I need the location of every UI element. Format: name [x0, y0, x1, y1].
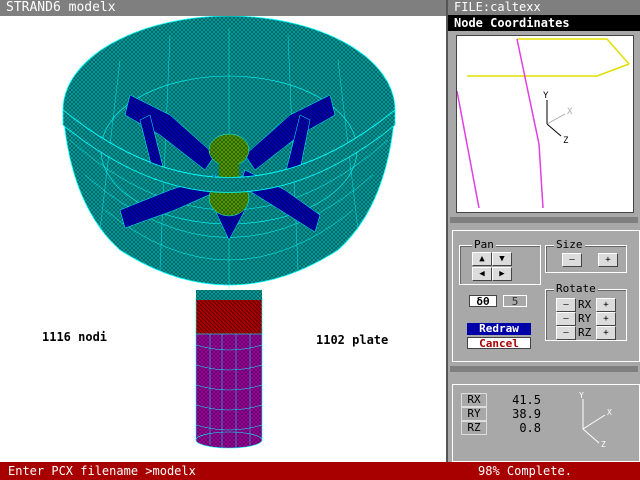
- readout-rz-key: RZ: [461, 421, 487, 435]
- model-viewport[interactable]: 1116 nodi 1102 plate: [0, 15, 446, 462]
- rotate-group: Rotate – RX + – RY + – RZ +: [545, 282, 627, 341]
- pan-left-button[interactable]: ◀: [472, 267, 492, 281]
- cancel-button[interactable]: Cancel: [467, 337, 531, 350]
- readout-ry-key: RY: [461, 407, 487, 421]
- readout-rx-key: RX: [461, 393, 487, 407]
- node-count-label: 1116 nodi: [42, 330, 108, 344]
- pan-up-button[interactable]: ▲: [472, 252, 492, 266]
- gizmo-z-label: Z: [601, 440, 606, 449]
- gizmo-x-label: X: [607, 408, 612, 417]
- rotate-z-minus-button[interactable]: –: [556, 326, 576, 340]
- mini-z-axis-label: Z: [563, 136, 569, 146]
- rotate-y-plus-button[interactable]: +: [596, 312, 616, 326]
- model-render: [62, 15, 396, 449]
- progress-text: 98% Complete.: [478, 464, 572, 478]
- redraw-button[interactable]: Redraw: [467, 323, 531, 335]
- size-group: Size – +: [545, 238, 627, 273]
- rotate-y-minus-button[interactable]: –: [556, 312, 576, 326]
- separator: [450, 217, 638, 223]
- orientation-cube: Y X Z: [456, 38, 630, 209]
- zoom-in-button[interactable]: +: [598, 253, 618, 267]
- pan-right-button[interactable]: ▶: [492, 267, 512, 281]
- rotate-z-plus-button[interactable]: +: [596, 326, 616, 340]
- rotate-x-label: RX: [578, 298, 592, 311]
- pan-down-button[interactable]: ▼: [492, 252, 512, 266]
- rotate-x-minus-button[interactable]: –: [556, 298, 576, 312]
- rotate-y-label: RY: [578, 312, 592, 325]
- command-prompt[interactable]: Enter PCX filename >modelx: [8, 462, 196, 480]
- column-neck: [195, 290, 263, 335]
- side-panel: FILE:caltexx Node Coordinates Y X Z Pan …: [446, 0, 640, 462]
- readout-ry-value: 38.9: [512, 407, 541, 421]
- readout-rx-value: 41.5: [512, 393, 541, 407]
- mini-x-axis-label: X: [567, 107, 573, 117]
- main-title-bar: STRAND6 modelx: [0, 0, 446, 16]
- zoom-out-button[interactable]: –: [562, 253, 582, 267]
- gizmo-y-label: Y: [579, 391, 584, 400]
- delta-theta-value[interactable]: 5: [503, 295, 527, 308]
- readout-axes-gizmo: Y X Z: [579, 391, 612, 449]
- panel-title: Node Coordinates: [448, 15, 640, 31]
- rotate-label: Rotate: [554, 282, 598, 295]
- orientation-view[interactable]: Y X Z: [456, 35, 634, 213]
- pan-group: Pan ▲ ▼ ◀ ▶: [459, 238, 541, 285]
- column-shaft: [195, 329, 263, 449]
- view-controls: Pan ▲ ▼ ◀ ▶ Size – + δθ 5 Rotate – RX + …: [452, 230, 640, 362]
- size-label: Size: [554, 238, 585, 251]
- separator: [450, 366, 638, 372]
- file-title-bar: FILE:caltexx: [448, 0, 640, 15]
- rotate-x-plus-button[interactable]: +: [596, 298, 616, 312]
- rotation-readout: RX 41.5 RY 38.9 RZ 0.8 Y X Z: [452, 384, 640, 462]
- readout-rz-value: 0.8: [519, 421, 541, 435]
- plate-count-label: 1102 plate: [316, 333, 389, 347]
- pan-label: Pan: [472, 238, 496, 251]
- delta-theta-label: δθ: [469, 295, 497, 308]
- window-title: STRAND6 modelx: [6, 0, 116, 15]
- mini-y-axis-label: Y: [543, 91, 549, 101]
- rotate-z-label: RZ: [578, 326, 592, 339]
- status-bar: Enter PCX filename >modelx 98% Complete.: [0, 462, 640, 480]
